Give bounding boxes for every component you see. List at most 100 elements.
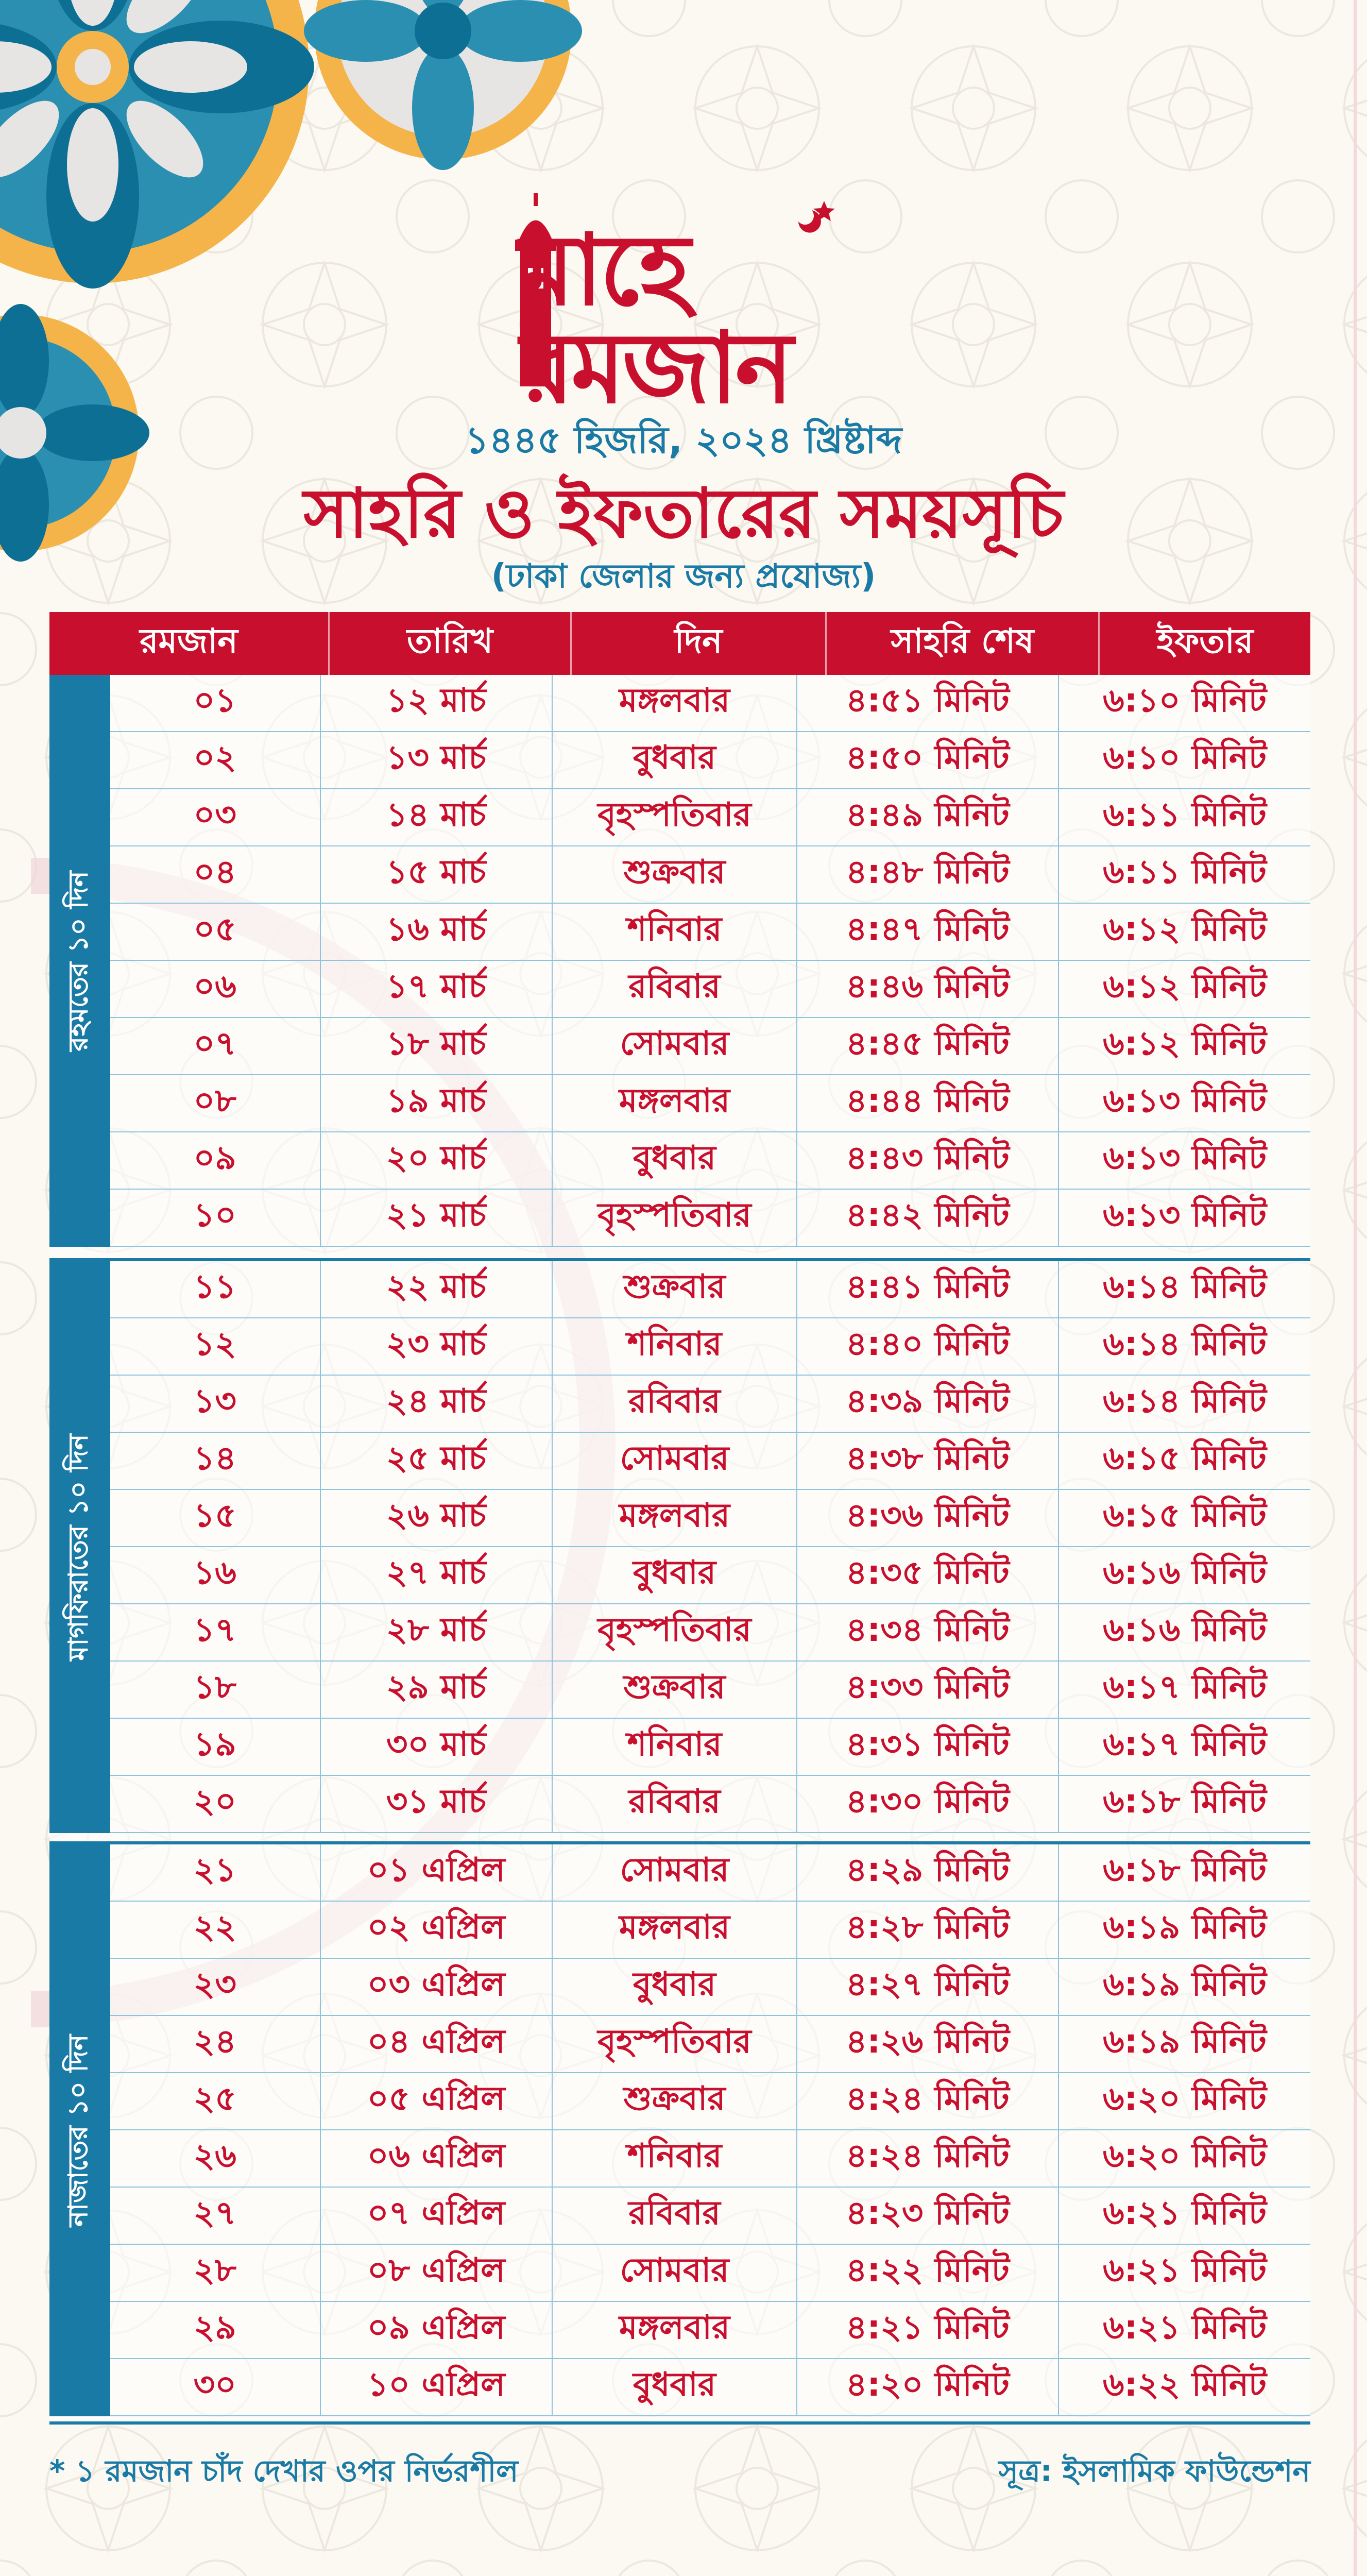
section-label-text: রহমতের ১০ দিন	[63, 870, 94, 1052]
table-row: ২৫ ০৫ এপ্রিল শুক্রবার ৪:২৪ মিনিট ৬:২০ মিনিট	[110, 2073, 1310, 2130]
ramadan-day-cell: ২১	[110, 1844, 321, 1901]
date-cell: ০৭ এপ্রিল	[321, 2188, 553, 2244]
sehri-time-cell: ৪:৪৬ মিনিট	[797, 961, 1060, 1017]
iftar-time-cell: ৬:১৭ মিনিট	[1103, 1668, 1267, 1706]
ramadan-day-cell: ১৮	[110, 1662, 321, 1718]
weekday-cell: মঙ্গলবার	[553, 1075, 797, 1131]
section-label: নাজাতের ১০ দিন	[49, 1844, 110, 2416]
table-row: ২৯ ০৯ এপ্রিল মঙ্গলবার ৪:২১ মিনিট ৬:২১ মিনিট	[110, 2302, 1310, 2359]
ramadan-day-cell: ০৫	[110, 904, 321, 960]
sehri-time-cell: ৪:৪০ মিনিট	[797, 1318, 1060, 1375]
table-row: ১৩ ২৪ মার্চ রবিবার ৪:৩৯ মিনিট ৬:১৪ মিনিট	[110, 1376, 1310, 1433]
sehri-time-cell: ৪:৩১ মিনিট	[797, 1719, 1060, 1775]
table-row: ২৩ ০৩ এপ্রিল বুধবার ৪:২৭ মিনিট ৬:১৯ মিনিট	[110, 1959, 1310, 2016]
date-cell: ২২ মার্চ	[321, 1261, 553, 1317]
ramadan-day-cell: ২৮	[110, 2245, 321, 2301]
table-row: ২৬ ০৬ এপ্রিল শনিবার ৪:২৪ মিনিট ৬:২০ মিনিট	[110, 2130, 1310, 2188]
sehri-time-cell: ৪:২৭ মিনিট	[797, 1959, 1060, 2015]
date-cell: ১৯ মার্চ	[321, 1075, 553, 1131]
sehri-time-cell: ৪:২৪ মিনিট	[797, 2073, 1060, 2129]
weekday-cell: মঙ্গলবার	[553, 675, 797, 731]
ramadan-day-cell: ১১	[110, 1261, 321, 1317]
table-row: ৩০ ১০ এপ্রিল বুধবার ৪:২০ মিনিট ৬:২২ মিনিট	[110, 2359, 1310, 2416]
table-row: ০৬ ১৭ মার্চ রবিবার ৪:৪৬ মিনিট ৬:১২ মিনিট	[110, 961, 1310, 1018]
iftar-time-cell: ৬:১২ মিনিট	[1103, 1025, 1267, 1063]
ramadan-day-cell: ১৫	[110, 1490, 321, 1546]
iftar-time-cell: ৬:১৯ মিনিট	[1103, 2023, 1267, 2061]
table-row: ১৮ ২৯ মার্চ শুক্রবার ৪:৩৩ মিনিট ৬:১৭ মিনিট	[110, 1662, 1310, 1719]
date-cell: ০৬ এপ্রিল	[321, 2130, 553, 2187]
sehri-time-cell: ৪:৪৪ মিনিট	[797, 1075, 1060, 1131]
date-cell: ১৭ মার্চ	[321, 961, 553, 1017]
ramadan-day-cell: ০২	[110, 732, 321, 788]
sehri-time-cell: ৪:২০ মিনিট	[797, 2359, 1060, 2415]
weekday-cell: সোমবার	[553, 1433, 797, 1489]
date-cell: ১২ মার্চ	[321, 675, 553, 731]
iftar-time-cell: ৬:১৪ মিনিট	[1103, 1325, 1267, 1363]
date-cell: ২৭ মার্চ	[321, 1547, 553, 1603]
sehri-time-cell: ৪:২৬ মিনিট	[797, 2016, 1060, 2072]
date-cell: ০১ এপ্রিল	[321, 1844, 553, 1901]
iftar-time-cell: ৬:১৬ মিনিট	[1103, 1611, 1267, 1649]
table-row: ২২ ০২ এপ্রিল মঙ্গলবার ৪:২৮ মিনিট ৬:১৯ মিনিট	[110, 1902, 1310, 1959]
iftar-time-cell: ৬:১১ মিনিট	[1103, 796, 1267, 834]
sehri-time-cell: ৪:৩৫ মিনিট	[797, 1547, 1060, 1603]
weekday-cell: সোমবার	[553, 2245, 797, 2301]
iftar-time-cell: ৬:১৭ মিনিট	[1103, 1725, 1267, 1764]
section-label-text: নাজাতের ১০ দিন	[63, 2034, 94, 2227]
date-cell: ২৪ মার্চ	[321, 1376, 553, 1432]
section-1: রহমতের ১০ দিন ০১ ১২ মার্চ মঙ্গলবার ৪:৫১ মিনি…	[49, 675, 1310, 1247]
weekday-cell: শনিবার	[553, 904, 797, 960]
table-row: ১৭ ২৮ মার্চ বৃহস্পতিবার ৪:৩৪ মিনিট ৬:১৬ মিনি…	[110, 1604, 1310, 1662]
ramadan-day-cell: ১০	[110, 1190, 321, 1246]
table-row: ০৮ ১৯ মার্চ মঙ্গলবার ৪:৪৪ মিনিট ৬:১৩ মিনিট	[110, 1075, 1310, 1132]
ramadan-day-cell: ১৯	[110, 1719, 321, 1775]
sehri-time-cell: ৪:৪৩ মিনিট	[797, 1132, 1060, 1189]
header-iftar: ইফতার	[1156, 621, 1254, 661]
sehri-time-cell: ৪:৫০ মিনিট	[797, 732, 1060, 788]
ramadan-day-cell: ২০	[110, 1776, 321, 1832]
iftar-time-cell: ৬:১৮ মিনিট	[1103, 1851, 1267, 1889]
sehri-time-cell: ৪:৪৮ মিনিট	[797, 846, 1060, 903]
weekday-cell: রবিবার	[553, 2188, 797, 2244]
sehri-time-cell: ৪:৩৩ মিনিট	[797, 1662, 1060, 1718]
logo-wordmark: মাহে রমজান	[520, 213, 794, 425]
sehri-time-cell: ৪:২৮ মিনিট	[797, 1902, 1060, 1958]
weekday-cell: মঙ্গলবার	[553, 2302, 797, 2358]
table-row: ০২ ১৩ মার্চ বুধবার ৪:৫০ মিনিট ৬:১০ মিনিট	[110, 732, 1310, 789]
table-row: ০৩ ১৪ মার্চ বৃহস্পতিবার ৪:৪৯ মিনিট ৬:১১ মিনি…	[110, 789, 1310, 846]
footnote: * ১ রমজান চাঁদ দেখার ওপর নির্ভরশীল	[49, 2453, 519, 2488]
iftar-time-cell: ৬:১২ মিনিট	[1103, 910, 1267, 948]
ramadan-day-cell: ২৭	[110, 2188, 321, 2244]
weekday-cell: সোমবার	[553, 1018, 797, 1074]
sehri-time-cell: ৪:৪৫ মিনিট	[797, 1018, 1060, 1074]
date-cell: ০৩ এপ্রিল	[321, 1959, 553, 2015]
ramadan-day-cell: ২৯	[110, 2302, 321, 2358]
ramadan-day-cell: ২৩	[110, 1959, 321, 2015]
weekday-cell: শুক্রবার	[553, 846, 797, 903]
date-cell: ০৯ এপ্রিল	[321, 2302, 553, 2358]
table-row: ০৭ ১৮ মার্চ সোমবার ৪:৪৫ মিনিট ৬:১২ মিনিট	[110, 1018, 1310, 1075]
iftar-time-cell: ৬:১৬ মিনিট	[1103, 1554, 1267, 1592]
table-row: ২১ ০১ এপ্রিল সোমবার ৪:২৯ মিনিট ৬:১৮ মিনিট	[110, 1844, 1310, 1902]
date-cell: ২৮ মার্চ	[321, 1604, 553, 1660]
sehri-time-cell: ৪:৪৭ মিনিট	[797, 904, 1060, 960]
ramadan-day-cell: ০৭	[110, 1018, 321, 1074]
page-subtitle: (ঢাকা জেলার জন্য প্রযোজ্য)	[491, 557, 876, 596]
table-body: রহমতের ১০ দিন ০১ ১২ মার্চ মঙ্গলবার ৪:৫১ মিনি…	[49, 675, 1310, 2425]
iftar-time-cell: ৬:১০ মিনিট	[1103, 682, 1267, 720]
date-cell: ০৪ এপ্রিল	[321, 2016, 553, 2072]
table-row: ০৫ ১৬ মার্চ শনিবার ৪:৪৭ মিনিট ৬:১২ মিনিট	[110, 904, 1310, 961]
date-cell: ১০ এপ্রিল	[321, 2359, 553, 2415]
weekday-cell: শনিবার	[553, 1318, 797, 1375]
iftar-time-cell: ৬:১৩ মিনিট	[1103, 1196, 1267, 1234]
iftar-time-cell: ৬:২১ মিনিট	[1103, 2309, 1267, 2347]
date-cell: ২৫ মার্চ	[321, 1433, 553, 1489]
sehri-time-cell: ৪:৩৬ মিনিট	[797, 1490, 1060, 1546]
table-row: ১৫ ২৬ মার্চ মঙ্গলবার ৪:৩৬ মিনিট ৬:১৫ মিনিট	[110, 1490, 1310, 1547]
iftar-time-cell: ৬:১৯ মিনিট	[1103, 1965, 1267, 2004]
iftar-time-cell: ৬:১৪ মিনিট	[1103, 1382, 1267, 1420]
ramadan-day-cell: ৩০	[110, 2359, 321, 2415]
table-row: ২০ ৩১ মার্চ রবিবার ৪:৩০ মিনিট ৬:১৮ মিনিট	[110, 1776, 1310, 1833]
section-label-text: মাগফিরাতের ১০ দিন	[63, 1433, 94, 1661]
